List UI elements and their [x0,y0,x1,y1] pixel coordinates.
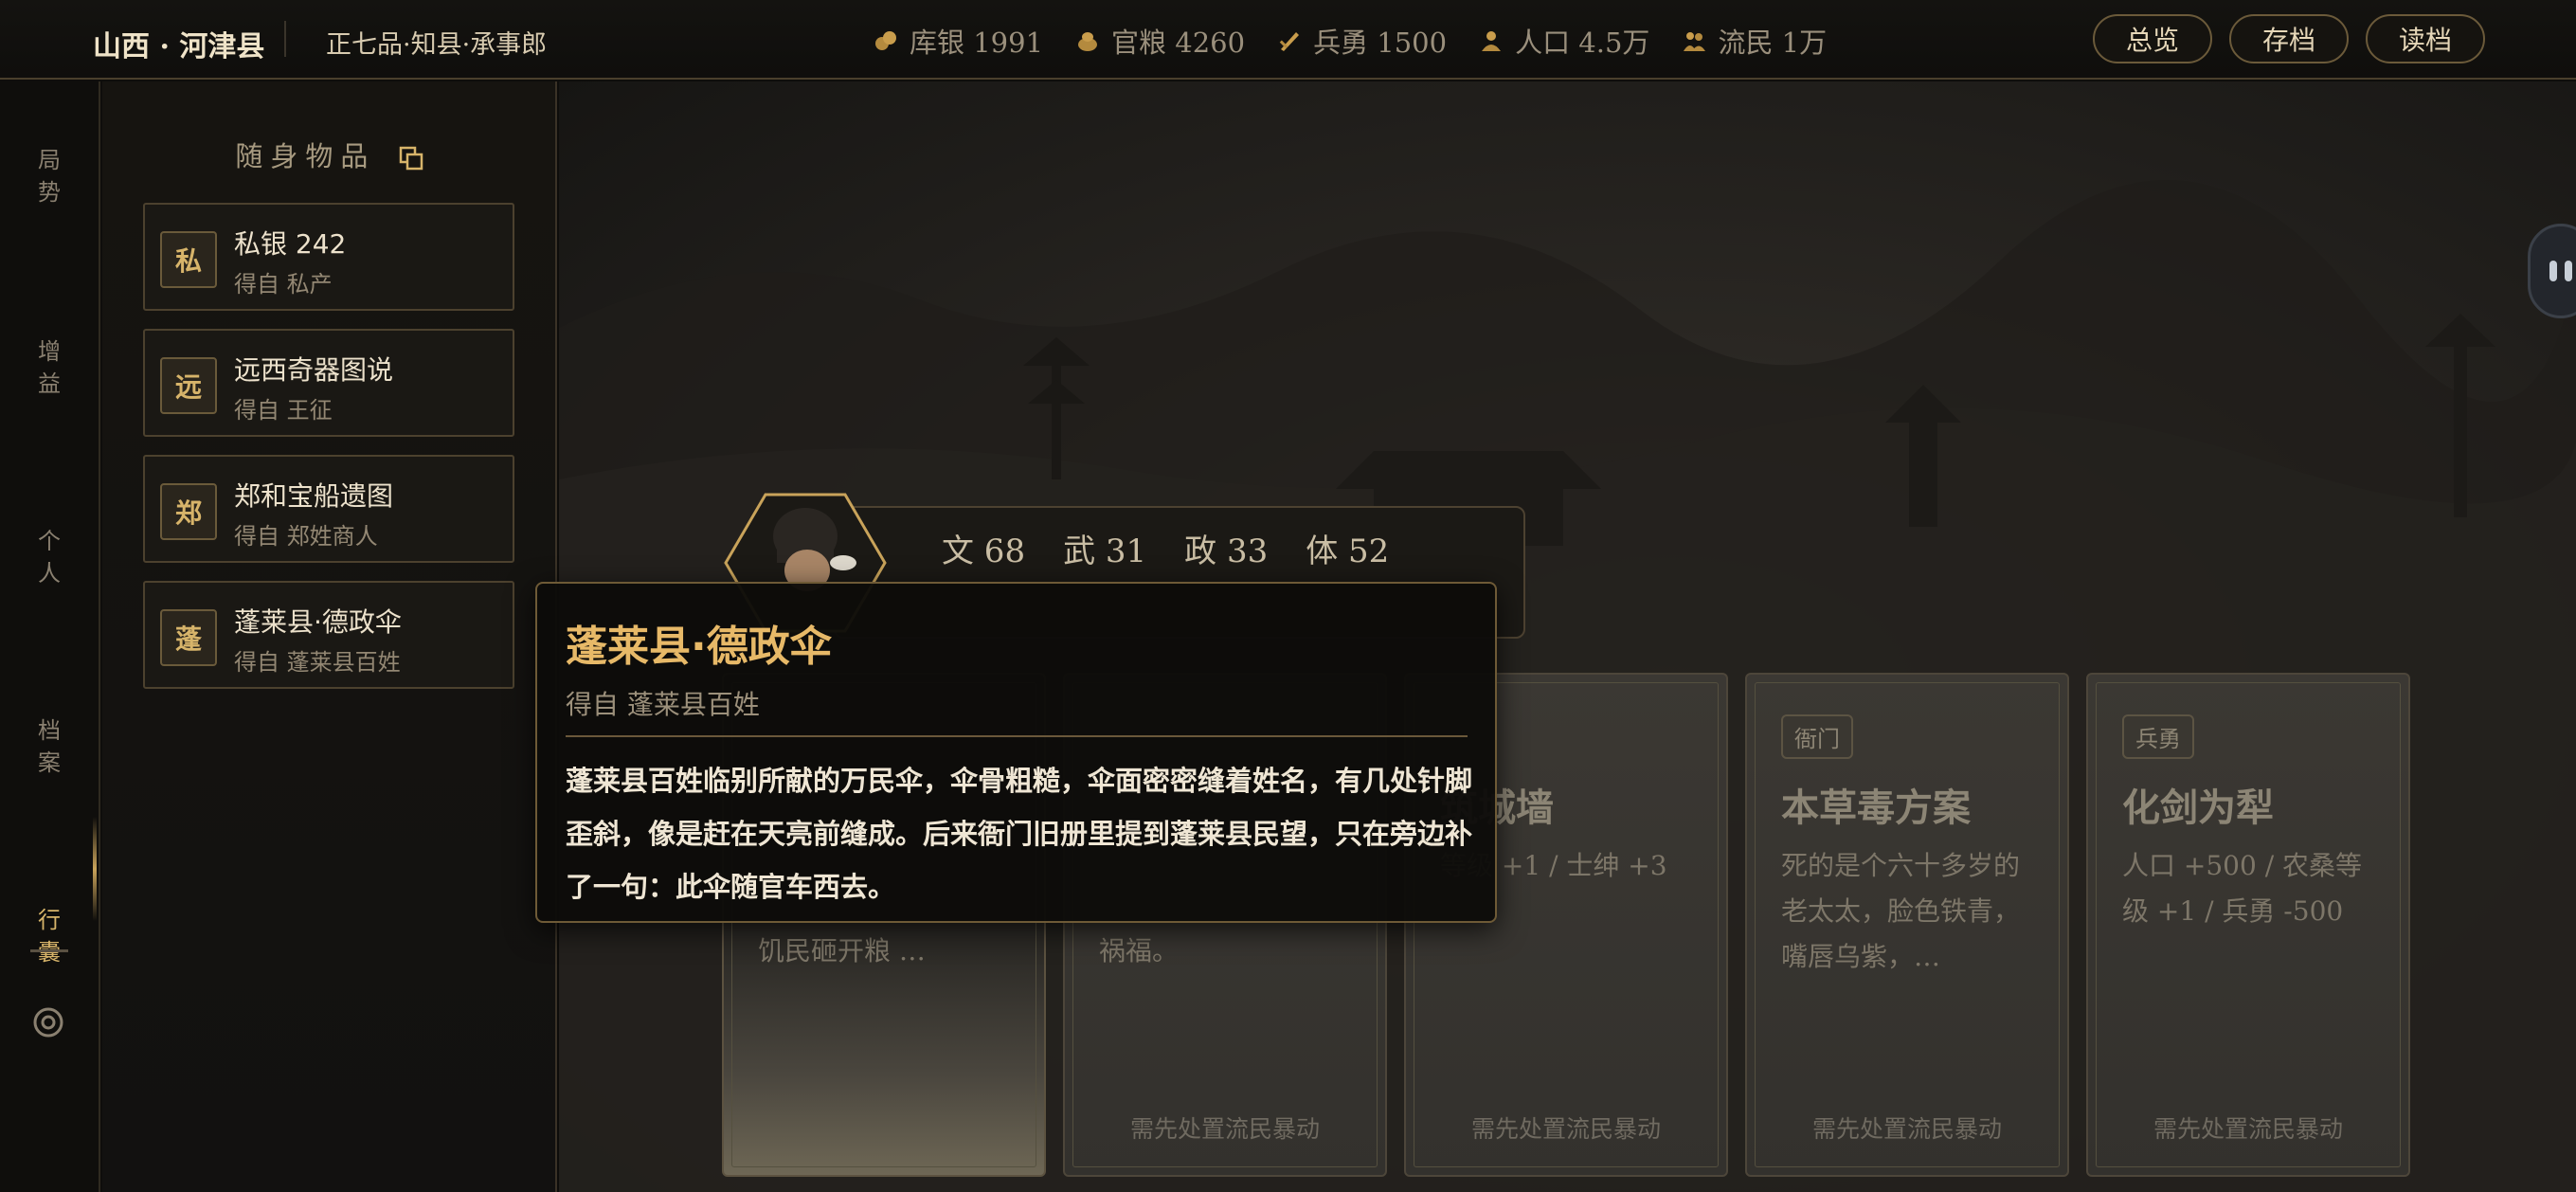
top-bar: 山西 · 河津县 正七品·知县·承事郎 库银 1991 官粮 4260 兵勇 1… [0,0,2576,80]
nav-buffs[interactable]: 增 益 [0,335,99,400]
stat-soldiers: 兵勇 1500 [1277,21,1447,61]
handle-grip [2549,261,2557,281]
item-source: 得自 私产 [234,271,333,298]
stat-refugees: 流民 1万 [1682,21,1827,61]
tooltip-description: 蓬莱县百姓临别所献的万民伞，伞骨粗糙，伞面密密缝着姓名，有几处针脚歪斜，像是赶在… [566,765,1473,903]
inventory-item[interactable]: 蓬 蓬莱县·德政伞 得自 蓬莱县百姓 [143,581,514,689]
item-name: 郑和宝船遗图 [234,480,394,512]
item-source: 得自 蓬莱县百姓 [234,649,401,676]
soldier-icon [1279,32,1300,51]
attribute-list: 文 68 武 31 政 33 体 52 [942,525,1389,571]
nav-active-indicator [93,817,97,921]
attr-wen: 文 68 [942,533,1026,570]
nav-label: 档 案 [38,717,61,776]
item-name: 私银 242 [234,228,347,260]
nav-label: 个 人 [38,528,61,587]
rail-divider [30,949,68,952]
nav-archive[interactable]: 档 案 [0,714,99,779]
nav-personal[interactable]: 个 人 [0,525,99,589]
event-title: 化剑为犁 [2122,786,2274,830]
nav-label: 局 势 [38,147,61,206]
stat-text: 库银 1991 [910,27,1044,59]
stat-population: 人口 4.5万 [1479,21,1649,61]
event-desc: 死的是个六十多岁的老太太，脸色铁青，嘴唇乌紫，… [1781,850,2021,972]
item-badge: 私 [160,231,217,288]
event-tag: 兵勇 [2122,714,2194,759]
stat-text: 人口 4.5万 [1515,27,1650,59]
inventory-title: 随身物品 [102,135,557,174]
event-card[interactable]: 兵勇 化剑为犁 人口 +500 / 农桑等级 +1 / 兵勇 -500 需先处置… [2086,673,2410,1177]
event-requirement: 需先处置流民暴动 [1129,1115,1320,1143]
event-desc: 饥民砸开粮 … [758,935,926,966]
copy-icon[interactable] [398,145,424,172]
handle-grip [2565,261,2572,281]
side-drawer-handle[interactable] [2528,224,2576,318]
event-desc: 祸福。 [1099,935,1180,966]
event-desc: 人口 +500 / 农桑等级 +1 / 兵勇 -500 [2122,850,2363,927]
event-requirement: 需先处置流民暴动 [1470,1115,1661,1143]
official-rank: 正七品·知县·承事郎 [326,30,548,60]
load-button[interactable]: 读档 [2366,14,2485,63]
item-name: 蓬莱县·德政伞 [234,606,402,638]
attr-ti: 体 52 [1306,533,1390,570]
tooltip-divider [566,735,1468,737]
inventory-item[interactable]: 私 私银 242 得自 私产 [143,203,514,311]
refugee-icon [1684,32,1706,51]
region-label: 山西 · 河津县 [93,30,265,63]
inventory-panel: 随身物品 私 私银 242 得自 私产 远 远西奇器图说 得自 王征 郑 郑和宝… [102,81,557,1192]
attr-wu: 武 31 [1063,533,1147,570]
tooltip-title: 蓬莱县·德政伞 [566,623,832,671]
stat-text: 流民 1万 [1718,27,1828,59]
inventory-item[interactable]: 远 远西奇器图说 得自 王征 [143,329,514,437]
item-badge: 郑 [160,483,217,540]
event-tag: 衙门 [1781,714,1853,759]
item-badge: 远 [160,357,217,414]
resource-stats: 库银 1991 官粮 4260 兵勇 1500 人口 4.5万 流民 1万 [874,21,1827,61]
settings-icon[interactable] [32,1006,64,1038]
item-name: 远西奇器图说 [234,354,394,386]
item-source: 得自 王征 [234,397,333,424]
silver-coins-icon [875,31,896,50]
event-requirement: 需先处置流民暴动 [2153,1115,2343,1143]
nav-baggage[interactable]: 行 囊 [0,904,99,968]
header-divider [284,21,286,57]
nav-label: 行 囊 [38,907,61,966]
tooltip-source: 得自 蓬莱县百姓 [566,689,760,720]
item-source: 得自 郑姓商人 [234,523,378,550]
nav-label: 增 益 [38,338,61,397]
overview-button[interactable]: 总览 [2093,14,2212,63]
population-icon [1482,31,1502,51]
stat-text: 兵勇 1500 [1313,27,1448,59]
event-card[interactable]: 衙门 本草毒方案 死的是个六十多岁的老太太，脸色铁青，嘴唇乌紫，… 需先处置流民… [1745,673,2069,1177]
item-badge: 蓬 [160,609,217,666]
stat-text: 官粮 4260 [1111,27,1246,59]
grain-icon [1078,32,1098,51]
event-title: 本草毒方案 [1781,786,1971,830]
save-button[interactable]: 存档 [2229,14,2349,63]
stat-grain: 官粮 4260 [1075,21,1245,61]
event-requirement: 需先处置流民暴动 [1811,1115,2002,1143]
attr-zheng: 政 33 [1184,533,1269,570]
inventory-title-text: 随身物品 [235,140,376,172]
nav-situation[interactable]: 局 势 [0,144,99,208]
stat-silver: 库银 1991 [874,21,1043,61]
item-tooltip: 蓬莱县·德政伞 得自 蓬莱县百姓 蓬莱县百姓临别所献的万民伞，伞骨粗糙，伞面密密… [535,582,1497,923]
top-buttons: 总览 存档 读档 [2093,14,2485,63]
inventory-item[interactable]: 郑 郑和宝船遗图 得自 郑姓商人 [143,455,514,563]
